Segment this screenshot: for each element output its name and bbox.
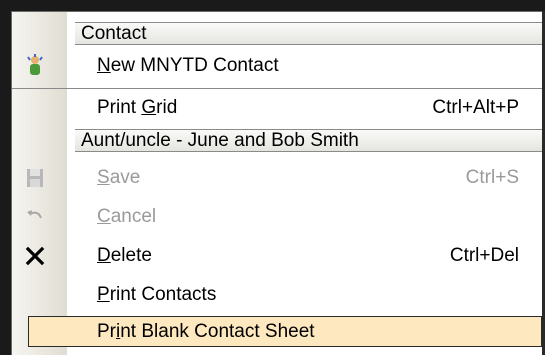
delete-x-icon bbox=[25, 246, 45, 266]
menu-item-new-contact[interactable]: New MNYTD Contact bbox=[12, 47, 542, 85]
section-header-contact: Contact bbox=[75, 22, 542, 45]
menu-item-print-blank-contact-sheet[interactable]: Print Blank Contact Sheet bbox=[28, 316, 542, 347]
shortcut-print-grid: Ctrl+Alt+P bbox=[432, 97, 519, 118]
shortcut-delete: Ctrl+Del bbox=[449, 245, 519, 266]
menu-item-delete[interactable]: Delete Ctrl+Del bbox=[12, 237, 542, 275]
menu-item-save[interactable]: Save Ctrl+S bbox=[12, 159, 542, 197]
save-icon bbox=[27, 169, 43, 187]
menu-item-print-grid[interactable]: Print Grid Ctrl+Alt+P bbox=[12, 89, 542, 127]
new-contact-icon bbox=[27, 54, 43, 75]
undo-icon bbox=[27, 210, 42, 219]
shortcut-save: Ctrl+S bbox=[465, 167, 519, 188]
section-header-contact-name: Aunt/uncle - June and Bob Smith bbox=[75, 129, 542, 152]
context-menu: Contact New MNYTD Contact Print Grid Ctr… bbox=[11, 11, 542, 355]
menu-item-print-contacts[interactable]: Print Contacts bbox=[12, 276, 542, 314]
menu-item-cancel[interactable]: Cancel bbox=[12, 198, 542, 236]
